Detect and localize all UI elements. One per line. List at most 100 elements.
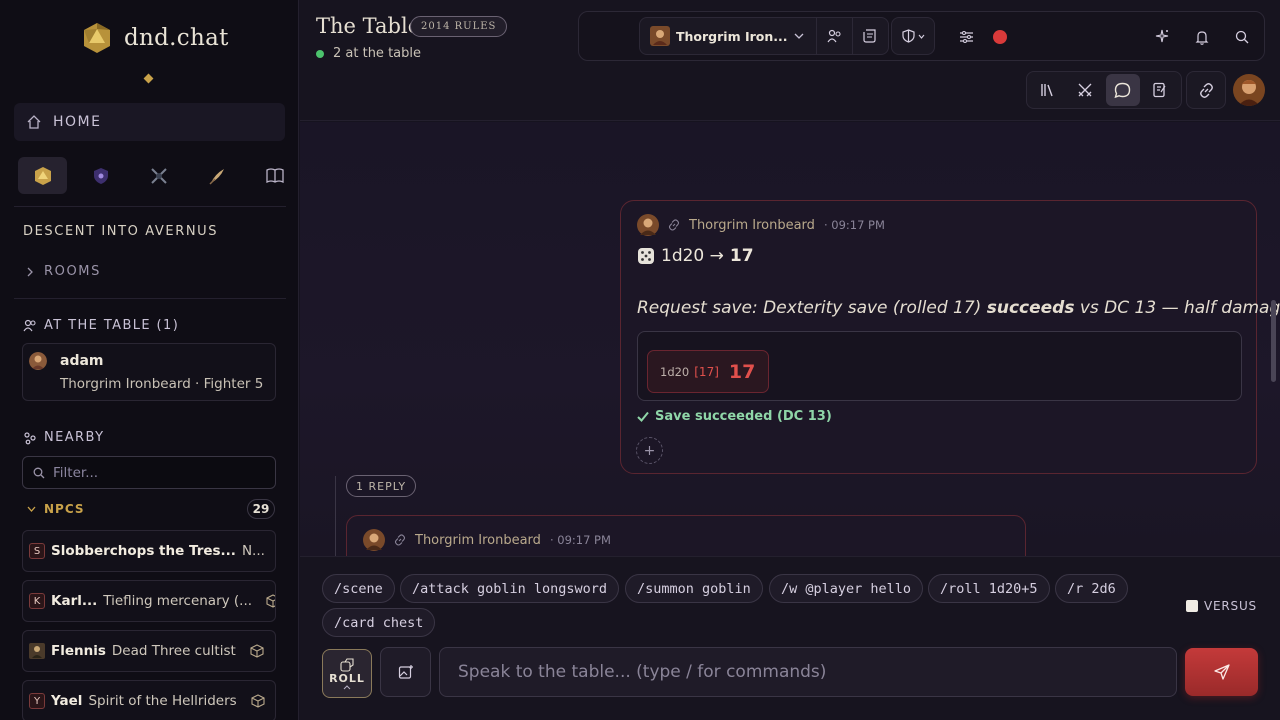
armor-dropdown[interactable] <box>891 17 935 55</box>
npc-portrait <box>29 643 45 659</box>
character-select[interactable]: Thorgrim Iron... <box>640 18 816 54</box>
command-chip[interactable]: /summon goblin <box>625 574 763 603</box>
send-button[interactable] <box>1185 648 1258 696</box>
brand[interactable]: dnd.chat <box>82 22 229 54</box>
user-avatar[interactable] <box>1233 74 1265 106</box>
npc-item[interactable]: K Karl... Tiefling mercenary (... <box>22 580 276 622</box>
reply-header: Thorgrim Ironbeard · 09:17 PM <box>363 529 611 551</box>
rules-badge[interactable]: 2014 RULES <box>410 16 508 37</box>
message-text-post: vs DC 13 — half damage. <box>1074 298 1280 318</box>
attach-image-button[interactable] <box>380 647 431 697</box>
notes-view-button[interactable] <box>1143 74 1177 106</box>
nearby-label: NEARBY <box>44 430 105 445</box>
filter-input[interactable]: Filter... <box>22 456 276 489</box>
player-name: adam <box>60 353 104 369</box>
npc-initial: K <box>29 593 45 609</box>
page-title: The Table <box>316 14 421 38</box>
search-icon <box>33 467 45 478</box>
chat-message[interactable]: Thorgrim Ironbeard · 09:17 PM 1d20 → 17 … <box>620 200 1280 474</box>
npcs-heading[interactable]: NPCS 29 <box>27 499 275 519</box>
cube-icon[interactable] <box>250 644 264 658</box>
party-button[interactable] <box>815 18 852 54</box>
online-status: 2 at the table <box>316 46 421 61</box>
avatar <box>29 352 47 370</box>
record-button[interactable] <box>982 19 1018 55</box>
roll-chip-dice: [17] <box>694 364 719 379</box>
npc-name: Flennis <box>51 643 106 659</box>
tab-compendium[interactable] <box>250 157 299 194</box>
cube-icon[interactable] <box>251 694 265 708</box>
npc-item[interactable]: Flennis Dead Three cultist <box>22 630 276 672</box>
message-time-value: 09:17 PM <box>831 218 885 232</box>
home-button[interactable]: HOME <box>14 103 285 141</box>
d20-logo-icon <box>84 23 110 53</box>
reply-author[interactable]: Thorgrim Ironbeard <box>415 533 541 548</box>
scroll-button[interactable] <box>851 18 888 54</box>
roll-chip[interactable]: 1d20 [17] 17 <box>647 350 769 393</box>
message-author[interactable]: Thorgrim Ironbeard <box>689 218 815 233</box>
message-header: Thorgrim Ironbeard · 09:17 PM <box>637 214 885 236</box>
search-button[interactable] <box>1224 19 1260 55</box>
save-result-text: Save succeeded (DC 13) <box>655 409 832 424</box>
thread-line <box>335 476 336 556</box>
npc-desc: Dead Three cultist <box>111 643 236 659</box>
npc-name: Karl... <box>51 593 98 609</box>
add-reaction-button[interactable]: + <box>636 437 663 464</box>
library-view-button[interactable] <box>1031 74 1065 106</box>
online-text: 2 at the table <box>333 46 421 61</box>
npc-name: Yael <box>51 693 83 709</box>
message-input[interactable] <box>439 647 1177 697</box>
npc-item[interactable]: Y Yael Spirit of the Hellriders <box>22 680 276 720</box>
divider <box>14 206 286 207</box>
roll-button[interactable]: ROLL <box>322 649 372 698</box>
author-avatar <box>637 214 659 236</box>
roll-label: ROLL <box>329 671 365 685</box>
command-chip[interactable]: /w @player hello <box>769 574 924 603</box>
reply-message[interactable]: Thorgrim Ironbeard · 09:17 PM <box>346 515 1026 556</box>
header: The Table 2014 RULES 2 at the table Thor… <box>300 0 1280 121</box>
npc-item[interactable]: S Slobberchops the Tres... N... <box>22 530 276 572</box>
roll-detail: 1d20 [17] 17 <box>637 331 1242 401</box>
campaign-title[interactable]: DESCENT INTO AVERNUS <box>23 224 218 239</box>
brand-name: dnd.chat <box>124 25 229 51</box>
command-chip[interactable]: /attack goblin longsword <box>400 574 620 603</box>
link-button[interactable] <box>1186 71 1226 109</box>
chevron-down-icon <box>918 34 924 39</box>
send-icon <box>1213 664 1230 680</box>
tab-combat[interactable] <box>134 157 183 194</box>
chat-bubble-icon <box>1114 82 1131 98</box>
tab-dice[interactable] <box>18 157 67 194</box>
versus-checkbox[interactable] <box>1186 600 1198 612</box>
command-chip[interactable]: /card chest <box>322 608 436 637</box>
npc-initial: Y <box>29 693 45 709</box>
npc-name: Slobberchops the Tres... <box>51 543 236 559</box>
combat-view-button[interactable] <box>1068 74 1102 106</box>
notifications-button[interactable] <box>1184 19 1220 55</box>
chat-view-button[interactable] <box>1105 74 1140 106</box>
rooms-toggle[interactable]: ROOMS <box>26 264 101 279</box>
bell-icon <box>1195 30 1209 45</box>
cube-icon[interactable] <box>266 594 276 608</box>
chevron-down-icon <box>794 33 803 39</box>
command-chip[interactable]: /r 2d6 <box>1055 574 1128 603</box>
nearby-heading: NEARBY <box>23 430 104 445</box>
shield-purple-icon <box>93 167 108 184</box>
tab-spells[interactable] <box>192 157 241 194</box>
link-icon <box>394 534 406 546</box>
effects-button[interactable] <box>1144 19 1180 55</box>
chat-scrollbar[interactable] <box>1271 300 1276 382</box>
shield-icon <box>901 29 915 43</box>
home-icon <box>27 115 41 129</box>
tab-monsters[interactable] <box>76 157 125 194</box>
player-card[interactable]: adam Thorgrim Ironbeard · Fighter 5 <box>22 343 276 401</box>
command-chip[interactable]: /roll 1d20+5 <box>928 574 1050 603</box>
npc-desc: Tiefling mercenary (... <box>103 593 253 609</box>
settings-sliders-button[interactable] <box>948 19 984 55</box>
npc-initial: S <box>29 543 45 559</box>
sparkles-icon <box>1155 29 1169 43</box>
reply-count-badge[interactable]: 1 REPLY <box>346 475 417 497</box>
versus-toggle[interactable]: VERSUS <box>1186 599 1257 613</box>
view-switcher <box>1026 71 1182 109</box>
roll-expression: 1d20 → <box>661 246 724 266</box>
command-chip[interactable]: /scene <box>322 574 395 603</box>
